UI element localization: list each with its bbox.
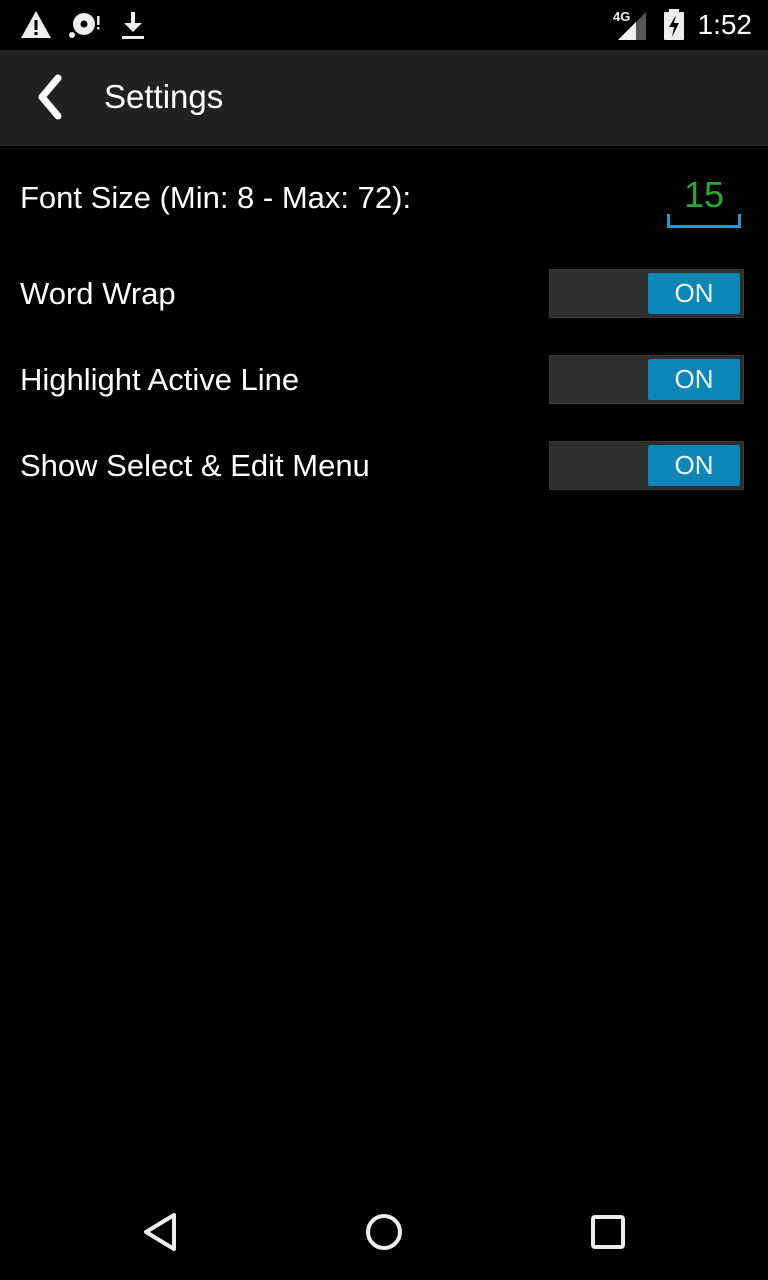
warning-icon: [21, 11, 51, 38]
toggle-thumb: ON: [648, 273, 740, 314]
disc-alert-icon: [69, 13, 100, 38]
show-select-edit-menu-label: Show Select & Edit Menu: [20, 448, 370, 483]
navigation-bar: [0, 1184, 768, 1280]
app-bar: Settings: [0, 50, 768, 146]
toggle-thumb: ON: [648, 445, 740, 486]
highlight-active-line-toggle[interactable]: ON: [549, 355, 744, 404]
home-circle-icon[interactable]: [354, 1202, 414, 1262]
signal-icon: [618, 12, 646, 40]
word-wrap-toggle[interactable]: ON: [549, 269, 744, 318]
back-triangle-icon[interactable]: [130, 1202, 190, 1262]
clock: 1:52: [697, 9, 753, 40]
highlight-active-line-label: Highlight Active Line: [20, 362, 300, 397]
font-size-input[interactable]: 15: [668, 174, 740, 216]
font-size-label: Font Size (Min: 8 - Max: 72):: [20, 180, 412, 215]
recents-square-icon[interactable]: [578, 1202, 638, 1262]
font-size-input-underline: [667, 214, 741, 228]
word-wrap-label: Word Wrap: [20, 276, 176, 311]
download-icon: [122, 12, 144, 39]
toggle-thumb: ON: [648, 359, 740, 400]
show-select-edit-menu-toggle[interactable]: ON: [549, 441, 744, 490]
chevron-left-icon[interactable]: [28, 72, 78, 122]
status-bar: 4G 1:52: [0, 0, 768, 50]
battery-charging-icon: [664, 9, 684, 40]
page-title: Settings: [104, 78, 224, 115]
